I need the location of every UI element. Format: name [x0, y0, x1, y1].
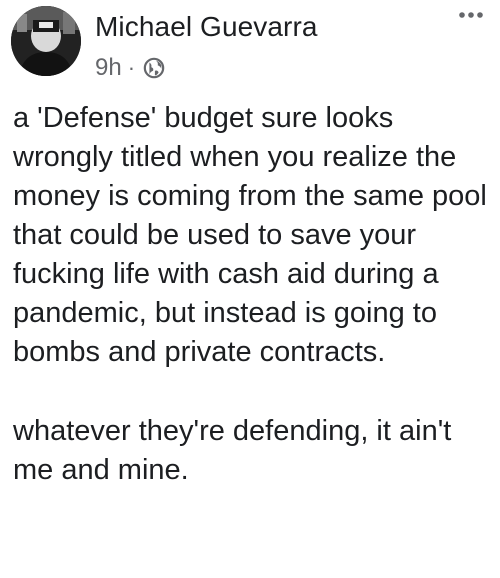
post-meta: 9h · [95, 53, 165, 83]
post-card: Michael Guevarra 9h · a 'Defense' budget… [0, 0, 500, 578]
post-paragraph: whatever they're defending, it ain't me … [13, 415, 452, 486]
avatar[interactable] [11, 6, 81, 76]
post-timestamp[interactable]: 9h [95, 54, 122, 82]
more-horizontal-icon[interactable] [458, 8, 484, 22]
meta-separator: · [127, 55, 136, 80]
avatar-image [11, 6, 81, 76]
author-name[interactable]: Michael Guevarra [95, 11, 318, 43]
post-text: a 'Defense' budget sure looks wrongly ti… [13, 99, 495, 490]
post-paragraph: a 'Defense' budget sure looks wrongly ti… [13, 102, 487, 368]
globe-icon[interactable] [143, 57, 165, 79]
